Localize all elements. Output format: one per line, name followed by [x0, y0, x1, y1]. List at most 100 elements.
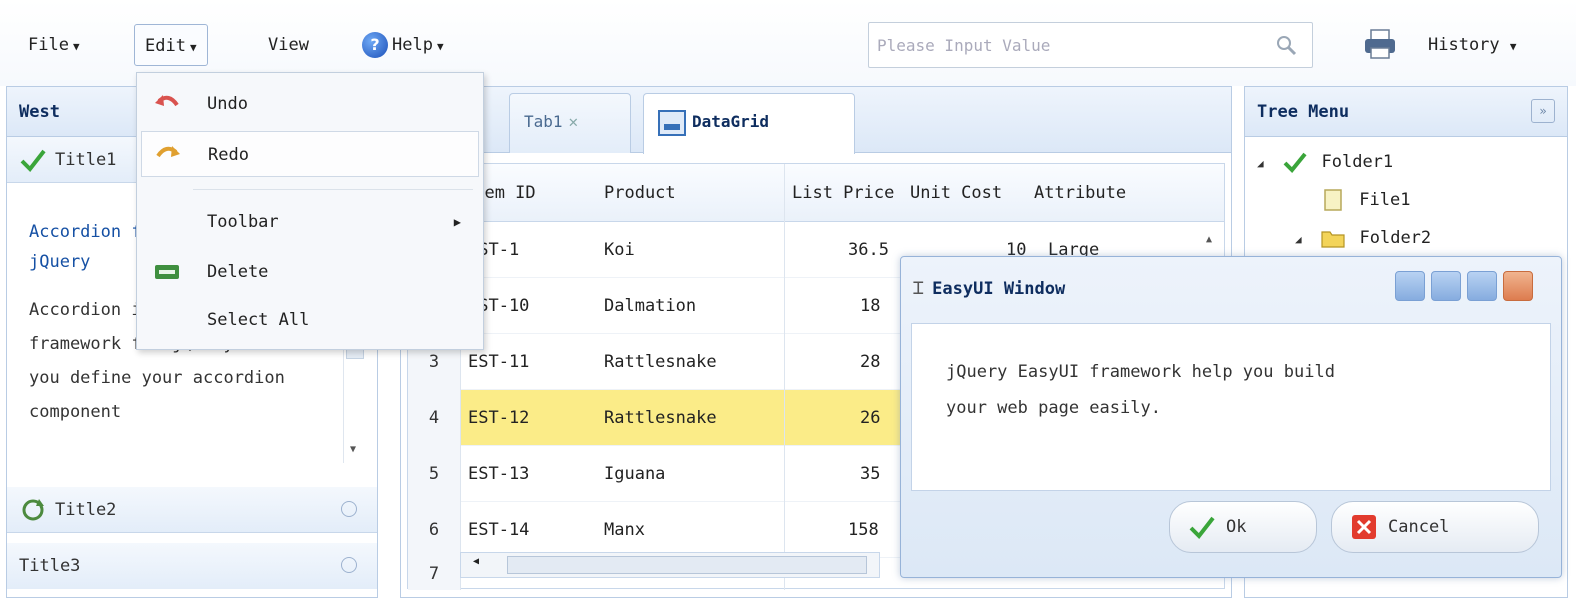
search-icon[interactable] — [1274, 33, 1298, 57]
edit-dropdown-menu: Undo Redo Toolbar ▶ Delete Select All — [136, 72, 484, 350]
cell-list-price: 28 — [860, 352, 881, 372]
tab-bar: Tab1 ✕ DataGrid — [401, 87, 1231, 154]
window-maximize-button[interactable] — [1467, 271, 1497, 301]
cell-item-id: EST-14 — [468, 520, 530, 540]
tree-node-label: Folder2 — [1359, 228, 1432, 248]
accordion-header-title2[interactable]: Title2 — [7, 487, 377, 533]
ok-button-label: Ok — [1226, 517, 1247, 537]
menu-separator — [193, 189, 473, 190]
view-menu-label: View — [268, 35, 309, 55]
tab-datagrid[interactable]: DataGrid — [643, 93, 855, 154]
search-input[interactable] — [877, 31, 1267, 59]
scroll-down-icon[interactable]: ▼ — [350, 444, 356, 455]
edit-menu-label: Edit — [145, 36, 186, 56]
cell-item-id: EST-13 — [468, 464, 530, 484]
row-number: 6 — [408, 502, 460, 558]
accordion-title3-label: Title3 — [19, 556, 81, 576]
checkmark-icon — [1189, 516, 1215, 540]
window-title: Ꮖ EasyUI Window — [913, 269, 1065, 309]
tree-node-folder2[interactable]: ◢ Folder2 — [1295, 219, 1431, 257]
help-menu-label: Help — [392, 35, 433, 55]
cancel-button-label: Cancel — [1388, 517, 1450, 537]
window-collapse-button[interactable] — [1395, 271, 1425, 301]
cell-list-price: 18 — [860, 296, 881, 316]
menu-item-label: Delete — [207, 262, 269, 282]
expand-icon[interactable] — [341, 501, 357, 517]
cell-product: Rattlesnake — [604, 352, 717, 372]
cell-list-price: 26 — [860, 408, 881, 428]
menu-item-label: Redo — [208, 145, 249, 165]
east-panel-title: Tree Menu — [1245, 87, 1567, 137]
folder-icon — [1321, 231, 1345, 248]
scroll-left-icon[interactable]: ◀ — [473, 556, 479, 567]
cell-product: Iguana — [604, 464, 666, 484]
datagrid-header: Item ID Product List Price Unit Cost Att… — [408, 164, 1224, 222]
close-icon[interactable]: ✕ — [569, 112, 579, 131]
easyui-window: Ꮖ EasyUI Window jQuery EasyUI framework h… — [900, 256, 1562, 578]
delete-icon — [155, 265, 179, 279]
redo-icon — [156, 146, 180, 158]
datagrid-horizontal-scrollbar[interactable]: ◀ — [460, 552, 880, 578]
tree-node-label: Folder1 — [1321, 152, 1394, 172]
edit-menu-button[interactable]: Edit ▼ — [134, 24, 208, 66]
column-header-unit-cost[interactable]: Unit Cost — [910, 164, 1028, 222]
chevron-down-icon: ▼ — [189, 41, 197, 54]
column-header-attribute[interactable]: Attribute — [1034, 164, 1204, 222]
cancel-button[interactable]: Cancel — [1331, 501, 1539, 553]
accordion-title2-label: Title2 — [55, 500, 117, 520]
tree-expand-icon[interactable]: ◢ — [1295, 221, 1311, 259]
row-number: 7 — [408, 558, 460, 590]
tab-tab1[interactable]: Tab1 ✕ — [509, 93, 631, 153]
menu-item-select-all[interactable]: Select All — [141, 297, 479, 343]
cell-product: Manx — [604, 520, 645, 540]
file-icon — [1324, 189, 1342, 211]
column-header-list-price[interactable]: List Price — [792, 164, 902, 222]
history-label: History — [1428, 35, 1500, 55]
submenu-arrow-icon: ▶ — [453, 215, 461, 229]
reload-icon — [22, 499, 44, 521]
window-content: jQuery EasyUI framework help you build y… — [911, 323, 1551, 491]
tree-node-folder1[interactable]: ◢ Folder1 — [1257, 143, 1393, 181]
collapse-panel-button[interactable]: » — [1531, 99, 1555, 123]
tab1-label: Tab1 — [524, 112, 563, 131]
help-icon: ? — [362, 32, 388, 58]
file-menu-button[interactable]: File ▼ — [18, 24, 90, 66]
accordion-title1-label: Title1 — [55, 150, 117, 170]
menu-item-redo[interactable]: Redo — [141, 131, 479, 177]
cell-list-price: 36.5 — [848, 240, 889, 260]
chevron-down-icon: ▼ — [436, 40, 444, 53]
cell-list-price: 35 — [860, 464, 881, 484]
window-close-button[interactable] — [1503, 271, 1533, 301]
expand-icon[interactable] — [341, 557, 357, 573]
chevron-down-icon: ▼ — [1509, 40, 1517, 53]
tree-node-label: File1 — [1359, 190, 1411, 210]
tree-node-file1[interactable]: File1 — [1321, 181, 1410, 219]
history-menu-button[interactable]: History ▼ — [1428, 24, 1517, 66]
tab-datagrid-label: DataGrid — [692, 112, 770, 131]
scrollbar-thumb[interactable] — [507, 556, 867, 574]
menu-item-undo[interactable]: Undo — [141, 81, 479, 127]
window-message-line1: jQuery EasyUI framework help you build — [946, 362, 1335, 382]
cell-list-price: 158 — [848, 520, 879, 540]
chevron-down-icon: ▼ — [72, 40, 80, 53]
menu-item-toolbar[interactable]: Toolbar ▶ — [141, 199, 479, 245]
scroll-up-icon[interactable]: ▲ — [1206, 234, 1212, 245]
datagrid-icon — [658, 109, 686, 136]
print-icon[interactable] — [1362, 26, 1398, 62]
cell-product: Dalmation — [604, 296, 697, 316]
menu-item-delete[interactable]: Delete — [141, 249, 479, 295]
column-header-product[interactable]: Product — [604, 164, 780, 222]
cell-product: Rattlesnake — [604, 408, 717, 428]
file-menu-label: File — [28, 35, 69, 55]
cell-item-id: EST-12 — [468, 408, 530, 428]
menu-item-label: Undo — [207, 94, 248, 114]
tree-expand-icon[interactable]: ◢ — [1257, 145, 1273, 183]
help-menu-button[interactable]: ? Help ▼ — [352, 24, 454, 66]
window-message-line2: your web page easily. — [946, 398, 1161, 418]
accordion-header-title3[interactable]: Title3 — [7, 543, 377, 589]
ok-button[interactable]: Ok — [1169, 501, 1317, 553]
column-divider — [784, 164, 785, 590]
cell-product: Koi — [604, 240, 635, 260]
view-menu-button[interactable]: View — [258, 24, 319, 66]
window-minimize-button[interactable] — [1431, 271, 1461, 301]
